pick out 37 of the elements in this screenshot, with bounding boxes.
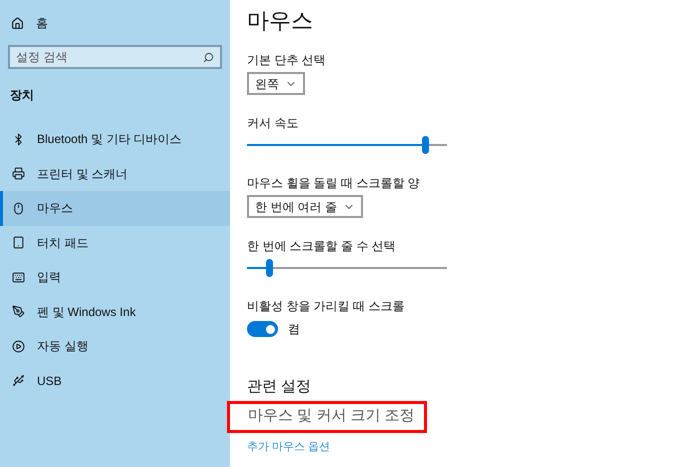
keyboard-icon (12, 270, 25, 284)
slider-thumb[interactable] (266, 259, 273, 277)
play-circle-icon (12, 340, 25, 353)
slider[interactable] (247, 135, 447, 155)
nav-item[interactable]: Bluetooth 및 기타 디바이스 (0, 122, 230, 156)
touchpad-icon (12, 236, 25, 250)
nav-item[interactable]: USB (0, 364, 230, 398)
search-field[interactable]: 설정 검색 (8, 45, 222, 69)
dropdown[interactable]: 왼쪽 (247, 72, 305, 95)
section-heading: 장치 (9, 87, 35, 104)
setting-label: 비활성 창을 가리킬 때 스크롤 (247, 298, 406, 314)
home-link[interactable]: 홈 (0, 14, 230, 32)
nav-item[interactable]: 프린터 및 스캐너 (0, 156, 230, 191)
setting-label: 한 번에 스크롤할 줄 수 선택 (247, 238, 397, 254)
related-link[interactable]: 추가 마우스 옵션 (247, 438, 330, 455)
toggle-switch[interactable] (247, 321, 278, 337)
slider-thumb[interactable] (422, 136, 429, 154)
related-link[interactable]: 마우스 및 커서 크기 조정 (227, 400, 427, 432)
setting-label: 기본 단추 선택 (247, 52, 326, 68)
home-icon (11, 16, 24, 30)
usb-icon (12, 374, 25, 388)
section-heading: 관련 설정 (247, 377, 312, 397)
page-title: 마우스 (247, 7, 314, 35)
nav-item[interactable]: 자동 실행 (0, 329, 230, 364)
nav-item[interactable]: 터치 패드 (0, 226, 230, 260)
setting-label: 마우스 휠을 돌릴 때 스크롤할 양 (247, 175, 420, 191)
toggle-state: 켬 (288, 321, 300, 338)
printer-icon (12, 167, 25, 180)
nav-item[interactable]: 입력 (0, 260, 230, 294)
nav-item[interactable]: 펜 및 Windows Ink (0, 294, 230, 329)
nav-item[interactable]: 마우스 (0, 191, 230, 226)
mouse-icon (12, 202, 25, 215)
setting-label: 커서 속도 (247, 115, 300, 131)
search-icon (203, 52, 214, 63)
slider[interactable] (247, 258, 447, 278)
dropdown[interactable]: 한 번에 여러 줄 (247, 195, 364, 218)
pen-icon (12, 305, 25, 318)
